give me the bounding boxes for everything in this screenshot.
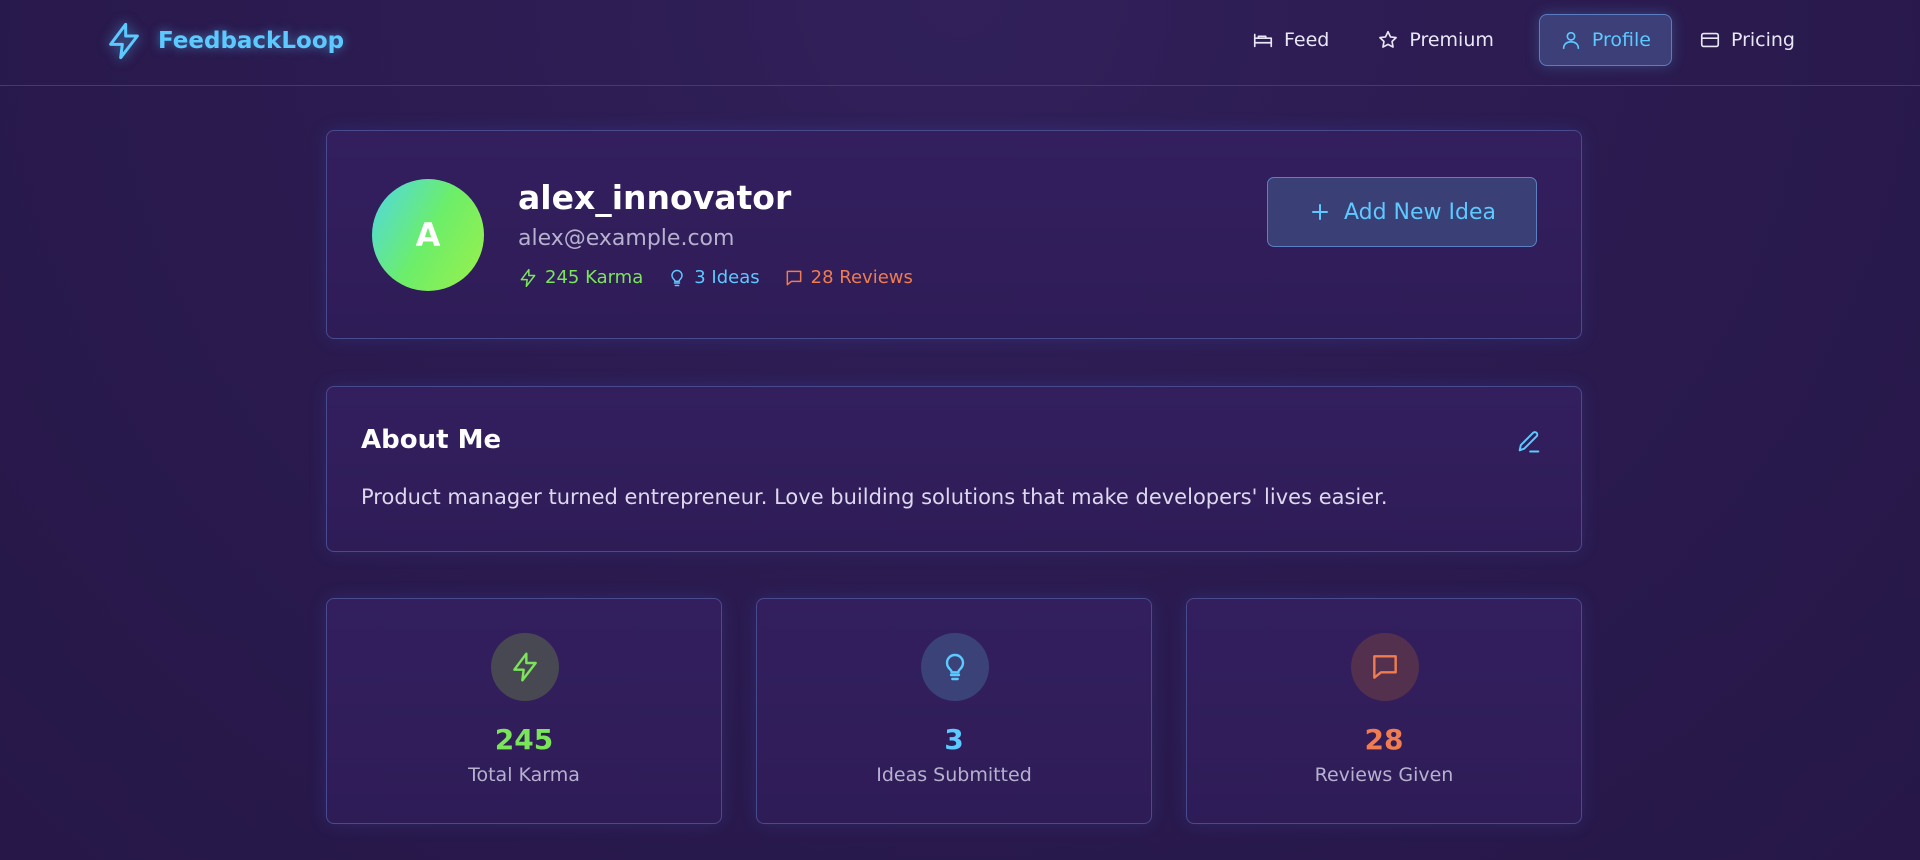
plus-icon	[1311, 204, 1328, 220]
add-new-idea-label: Add New Idea	[1343, 199, 1497, 225]
edit-pencil-icon[interactable]	[1515, 427, 1543, 455]
brand-name: FeedbackLoop	[158, 28, 345, 54]
bolt-icon	[520, 268, 536, 287]
stat-icon-circle	[491, 633, 559, 701]
stat-card-ideas: 3 Ideas Submitted	[756, 598, 1152, 824]
star-icon	[1379, 30, 1398, 48]
nav-item-premium[interactable]: Premium	[1356, 14, 1515, 66]
bed-icon	[1253, 33, 1273, 48]
nav-links: Feed Premium Profile Pricing	[1231, 14, 1816, 66]
about-title: About Me	[361, 425, 502, 455]
nav-item-label: Premium	[1409, 29, 1494, 51]
avatar: A	[372, 179, 484, 291]
message-icon	[786, 270, 802, 285]
stat-label: Reviews Given	[1314, 764, 1454, 786]
ideas-stat-label: 3 Ideas	[694, 267, 760, 288]
nav-item-profile[interactable]: Profile	[1538, 14, 1672, 66]
stat-icon-circle	[1351, 633, 1419, 701]
stat-value: 28	[1364, 723, 1404, 756]
nav-item-pricing[interactable]: Pricing	[1678, 14, 1816, 66]
stat-icon-circle	[921, 633, 989, 701]
lightbulb-icon	[671, 269, 684, 286]
nav-item-label: Profile	[1591, 29, 1651, 51]
message-icon	[1373, 655, 1397, 679]
profile-card: A alex_innovator alex@example.com 245 Ka…	[326, 130, 1582, 339]
karma-stat-label: 245 Karma	[545, 267, 644, 288]
bolt-icon	[513, 652, 537, 682]
lightbulb-icon	[945, 653, 965, 681]
stat-label: Total Karma	[468, 764, 580, 786]
user-email: alex@example.com	[518, 226, 735, 251]
nav-item-label: Pricing	[1730, 29, 1795, 51]
user-icon	[1562, 31, 1580, 50]
stat-label: Ideas Submitted	[876, 764, 1032, 786]
top-nav: FeedbackLoop Feed Premium Profile Pricin…	[0, 0, 1920, 86]
username: alex_innovator	[518, 178, 792, 217]
nav-item-feed[interactable]: Feed	[1231, 14, 1350, 66]
brand-logo[interactable]: FeedbackLoop	[104, 20, 344, 62]
card-icon	[1700, 32, 1720, 48]
stat-card-reviews: 28 Reviews Given	[1186, 598, 1582, 824]
about-card: About Me Product manager turned entrepre…	[326, 386, 1582, 552]
stat-card-karma: 245 Total Karma	[326, 598, 722, 824]
ideas-stat: 3 Ideas	[667, 267, 760, 288]
about-text: Product manager turned entrepreneur. Lov…	[361, 485, 1388, 509]
reviews-stat: 28 Reviews	[784, 267, 913, 288]
stat-value: 245	[494, 723, 554, 756]
karma-stat: 245 Karma	[518, 267, 643, 288]
stat-value: 3	[944, 723, 964, 756]
add-new-idea-button[interactable]: Add New Idea	[1267, 177, 1537, 247]
user-stats: 245 Karma 3 Ideas 28 Reviews	[518, 267, 913, 288]
reviews-stat-label: 28 Reviews	[810, 267, 913, 288]
bolt-icon	[109, 22, 139, 60]
nav-item-label: Feed	[1283, 29, 1330, 51]
avatar-initial: A	[415, 216, 441, 254]
